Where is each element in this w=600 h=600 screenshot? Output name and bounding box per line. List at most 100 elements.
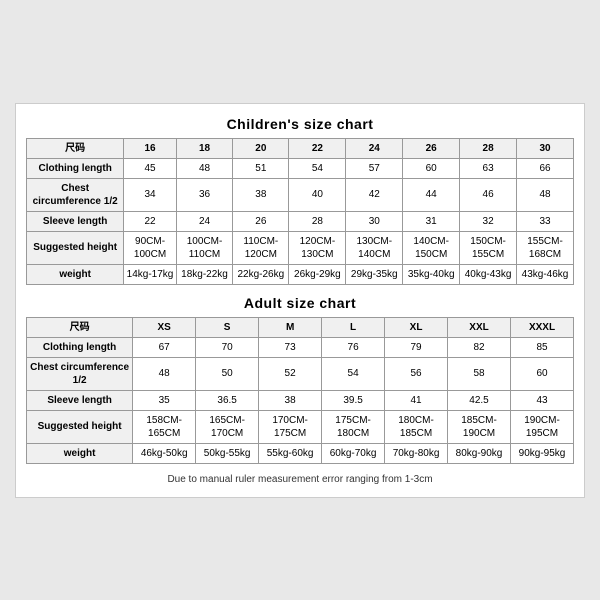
cell-value: 40kg-43kg xyxy=(460,264,517,284)
cell-value: 31 xyxy=(403,211,460,231)
cell-value: 24 xyxy=(176,211,233,231)
table-row: Suggested height90CM-100CM100CM-110CM110… xyxy=(27,231,574,264)
cell-value: 26 xyxy=(233,211,289,231)
cell-value: 54 xyxy=(322,357,385,390)
cell-value: 190CM-195CM xyxy=(511,410,574,443)
table-row: Sleeve length2224262830313233 xyxy=(27,211,574,231)
cell-value: 175CM-180CM xyxy=(322,410,385,443)
row-label: weight xyxy=(27,264,124,284)
row-label: Chest circumference 1/2 xyxy=(27,357,133,390)
column-header: 16 xyxy=(124,138,176,158)
cell-value: 43kg-46kg xyxy=(517,264,574,284)
cell-value: 48 xyxy=(176,158,233,178)
cell-value: 66 xyxy=(517,158,574,178)
cell-value: 70kg-80kg xyxy=(385,443,448,463)
column-header: L xyxy=(322,317,385,337)
row-label: weight xyxy=(27,443,133,463)
cell-value: 60 xyxy=(403,158,460,178)
cell-value: 43 xyxy=(511,390,574,410)
size-chart-card: Children's size chart 尺码1618202224262830… xyxy=(15,103,585,498)
cell-value: 35kg-40kg xyxy=(403,264,460,284)
cell-value: 40 xyxy=(289,178,346,211)
cell-value: 73 xyxy=(259,337,322,357)
row-label: Suggested height xyxy=(27,231,124,264)
row-label: Clothing length xyxy=(27,337,133,357)
cell-value: 51 xyxy=(233,158,289,178)
cell-value: 60kg-70kg xyxy=(322,443,385,463)
cell-value: 60 xyxy=(511,357,574,390)
cell-value: 44 xyxy=(403,178,460,211)
cell-value: 158CM-165CM xyxy=(133,410,196,443)
cell-value: 46kg-50kg xyxy=(133,443,196,463)
cell-value: 48 xyxy=(517,178,574,211)
column-header: 尺码 xyxy=(27,138,124,158)
cell-value: 130CM-140CM xyxy=(346,231,403,264)
cell-value: 150CM-155CM xyxy=(460,231,517,264)
column-header: 20 xyxy=(233,138,289,158)
cell-value: 26kg-29kg xyxy=(289,264,346,284)
cell-value: 50kg-55kg xyxy=(196,443,259,463)
cell-value: 120CM-130CM xyxy=(289,231,346,264)
column-header: 24 xyxy=(346,138,403,158)
cell-value: 50 xyxy=(196,357,259,390)
cell-value: 63 xyxy=(460,158,517,178)
column-header: XS xyxy=(133,317,196,337)
cell-value: 30 xyxy=(346,211,403,231)
table-row: weight14kg-17kg18kg-22kg22kg-26kg26kg-29… xyxy=(27,264,574,284)
row-label: Sleeve length xyxy=(27,211,124,231)
column-header: M xyxy=(259,317,322,337)
table-row: Clothing length4548515457606366 xyxy=(27,158,574,178)
column-header: 22 xyxy=(289,138,346,158)
cell-value: 36 xyxy=(176,178,233,211)
column-header: 30 xyxy=(517,138,574,158)
table-row: Clothing length67707376798285 xyxy=(27,337,574,357)
row-label: Chest circumference 1/2 xyxy=(27,178,124,211)
cell-value: 140CM-150CM xyxy=(403,231,460,264)
column-header: XL xyxy=(385,317,448,337)
cell-value: 180CM-185CM xyxy=(385,410,448,443)
cell-value: 58 xyxy=(448,357,511,390)
cell-value: 57 xyxy=(346,158,403,178)
column-header: 26 xyxy=(403,138,460,158)
cell-value: 67 xyxy=(133,337,196,357)
cell-value: 22 xyxy=(124,211,176,231)
column-header: XXL xyxy=(448,317,511,337)
cell-value: 39.5 xyxy=(322,390,385,410)
cell-value: 185CM-190CM xyxy=(448,410,511,443)
column-header: S xyxy=(196,317,259,337)
cell-value: 45 xyxy=(124,158,176,178)
cell-value: 70 xyxy=(196,337,259,357)
cell-value: 32 xyxy=(460,211,517,231)
cell-value: 80kg-90kg xyxy=(448,443,511,463)
row-label: Suggested height xyxy=(27,410,133,443)
column-header: XXXL xyxy=(511,317,574,337)
cell-value: 100CM-110CM xyxy=(176,231,233,264)
children-size-table: 尺码1618202224262830 Clothing length454851… xyxy=(26,138,574,285)
adult-chart-title: Adult size chart xyxy=(26,295,574,311)
column-header: 28 xyxy=(460,138,517,158)
cell-value: 54 xyxy=(289,158,346,178)
cell-value: 52 xyxy=(259,357,322,390)
cell-value: 42 xyxy=(346,178,403,211)
table-row: Chest circumference 1/248505254565860 xyxy=(27,357,574,390)
children-chart-title: Children's size chart xyxy=(26,116,574,132)
cell-value: 29kg-35kg xyxy=(346,264,403,284)
table-row: Chest circumference 1/23436384042444648 xyxy=(27,178,574,211)
cell-value: 79 xyxy=(385,337,448,357)
cell-value: 165CM-170CM xyxy=(196,410,259,443)
table-row: Sleeve length3536.53839.54142.543 xyxy=(27,390,574,410)
cell-value: 55kg-60kg xyxy=(259,443,322,463)
cell-value: 14kg-17kg xyxy=(124,264,176,284)
row-label: Sleeve length xyxy=(27,390,133,410)
cell-value: 42.5 xyxy=(448,390,511,410)
table-row: weight46kg-50kg50kg-55kg55kg-60kg60kg-70… xyxy=(27,443,574,463)
column-header: 尺码 xyxy=(27,317,133,337)
cell-value: 46 xyxy=(460,178,517,211)
cell-value: 28 xyxy=(289,211,346,231)
cell-value: 76 xyxy=(322,337,385,357)
cell-value: 110CM-120CM xyxy=(233,231,289,264)
cell-value: 170CM-175CM xyxy=(259,410,322,443)
cell-value: 38 xyxy=(233,178,289,211)
cell-value: 38 xyxy=(259,390,322,410)
column-header: 18 xyxy=(176,138,233,158)
